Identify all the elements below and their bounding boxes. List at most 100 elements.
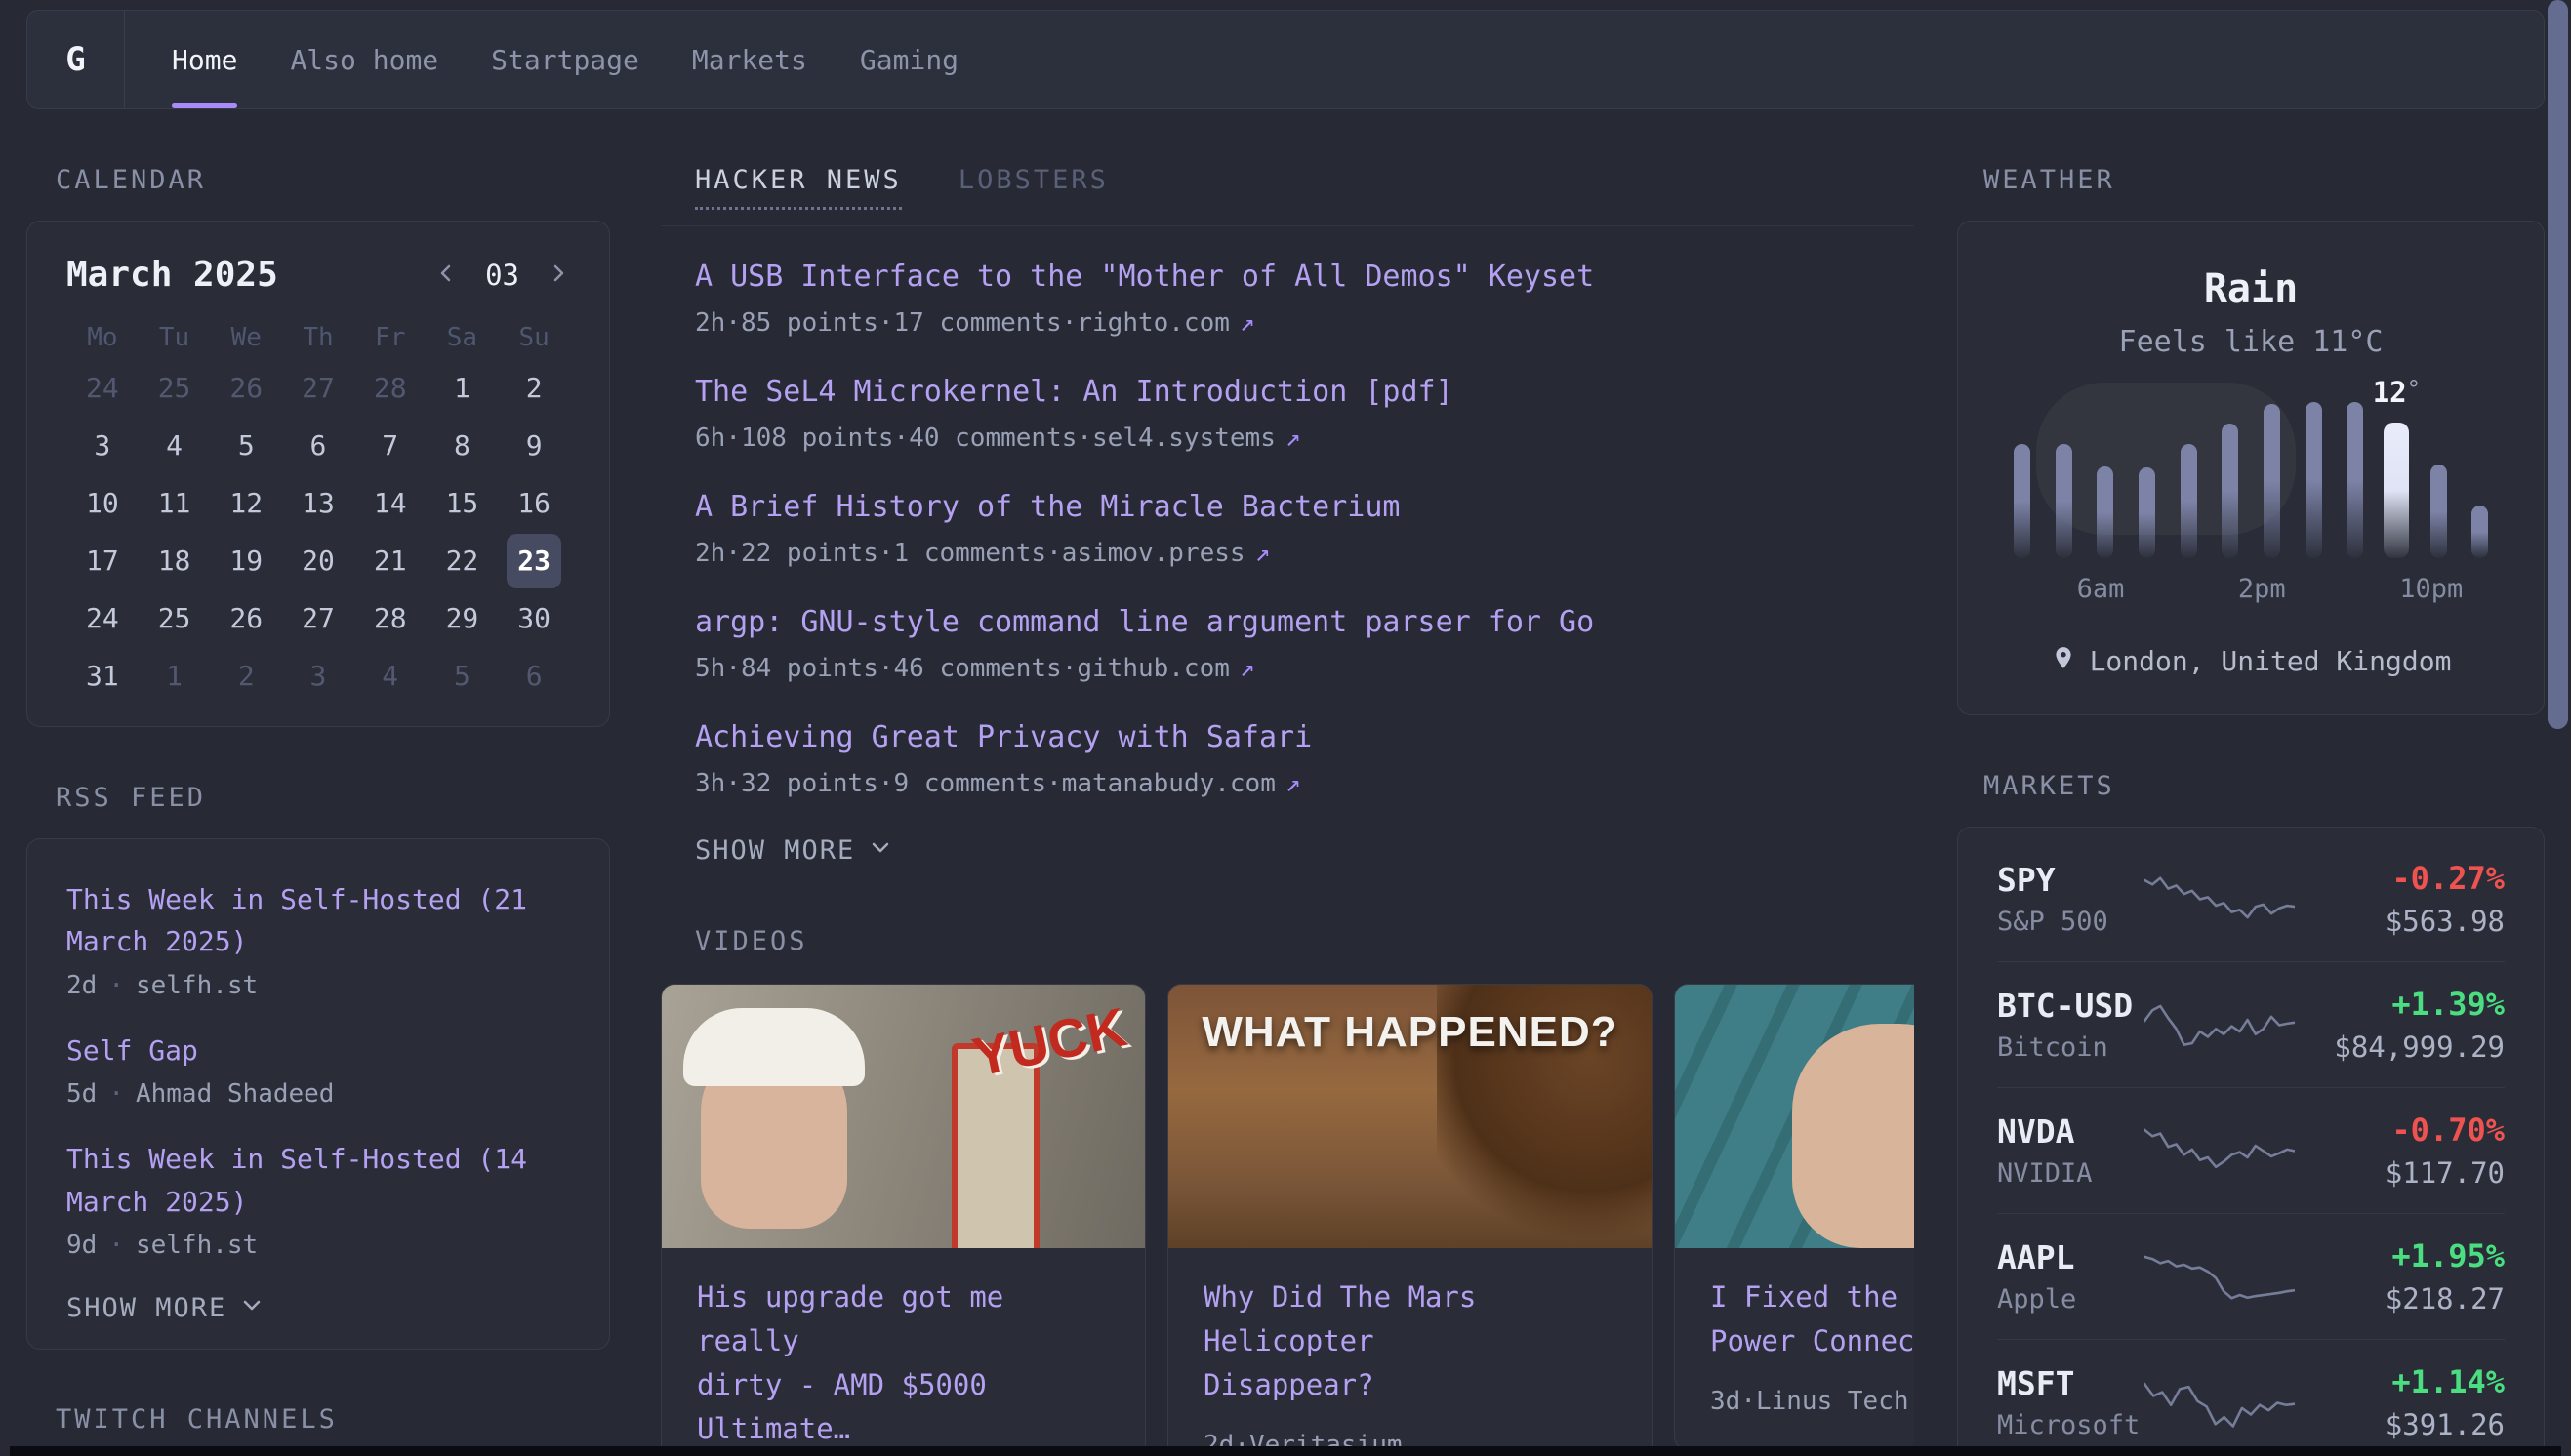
market-row-nvda[interactable]: NVDANVIDIA-0.70%$117.70	[1997, 1087, 2505, 1213]
video-thumbnail[interactable]: YUCK	[662, 985, 1145, 1248]
calendar-day: 2	[507, 361, 561, 416]
hour-axis-spacer	[2286, 574, 2324, 604]
news-item-meta: 5h·84 points·46 comments·github.com↗	[695, 654, 1914, 683]
weather-bar	[2014, 444, 2030, 558]
news-item: The SeL4 Microkernel: An Introduction [p…	[695, 375, 1914, 453]
calendar-day-cell: 11	[139, 474, 211, 532]
market-row-msft[interactable]: MSFTMicrosoft+1.14%$391.26	[1997, 1339, 2505, 1456]
tab-lobsters[interactable]: LOBSTERS	[959, 165, 1109, 195]
news-show-more-button[interactable]: SHOW MORE	[695, 835, 1914, 866]
market-change: +1.95%	[2295, 1237, 2505, 1274]
news-item-domain-link[interactable]: github.com↗	[1077, 654, 1254, 683]
calendar-day-cell: 28	[354, 359, 427, 417]
news-item-title[interactable]: The SeL4 Microkernel: An Introduction [p…	[695, 375, 1453, 410]
nav-tab-gaming[interactable]: Gaming	[860, 11, 959, 108]
calendar-controls: 03	[434, 259, 570, 292]
news-item-domain-link[interactable]: matanabudy.com↗	[1062, 769, 1301, 798]
calendar-day-cell: 2	[498, 359, 570, 417]
calendar-day: 3	[75, 419, 130, 473]
page-scrollbar-thumb[interactable]	[2548, 0, 2568, 729]
rss-show-more-button[interactable]: SHOW MORE	[66, 1293, 570, 1323]
video-title[interactable]: Why Did The Mars Helicopter Disappear?	[1204, 1275, 1616, 1407]
active-tab-indicator	[172, 103, 237, 108]
news-item-title[interactable]: A Brief History of the Miracle Bacterium	[695, 490, 1400, 525]
tab-hacker-news[interactable]: HACKER NEWS	[695, 165, 902, 210]
video-card[interactable]: YUCK His upgrade got me really dirty - AM…	[661, 984, 1146, 1456]
nav-tab-startpage[interactable]: Startpage	[491, 11, 639, 108]
calendar-next-button[interactable]	[547, 262, 570, 289]
chevron-down-icon	[240, 1293, 264, 1323]
video-title[interactable]: I Fixed the 5 Power Connect	[1710, 1275, 1914, 1363]
news-item-domain-link[interactable]: righto.com↗	[1077, 308, 1254, 338]
calendar-day: 7	[363, 419, 418, 473]
calendar-prev-button[interactable]	[434, 262, 458, 289]
news-item-domain: sel4.systems	[1092, 424, 1276, 453]
nav-tabs: Home Also home Startpage Markets Gaming	[125, 11, 1011, 108]
market-sparkline	[2144, 1371, 2295, 1434]
news-item-meta: 3h·32 points·9 comments·matanabudy.com↗	[695, 769, 1914, 798]
dot-separator: ·	[894, 424, 910, 453]
rss-item-title[interactable]: This Week in Self-Hosted (21 March 2025)	[66, 883, 527, 957]
weather-bar-cell	[2001, 392, 2043, 558]
market-row-right: +1.39%$84,999.29	[2295, 986, 2505, 1064]
markets-section-header: MARKETS	[1983, 771, 2545, 801]
video-thumbnail[interactable]: WHAT HAPPENED?	[1168, 985, 1652, 1248]
market-row-btc-usd[interactable]: BTC-USDBitcoin+1.39%$84,999.29	[1997, 961, 2505, 1087]
thumbnail-person	[1792, 1024, 1914, 1248]
market-name: S&P 500	[1997, 907, 2144, 937]
video-card[interactable]: WHAT HAPPENED? Why Did The Mars Helicopte…	[1167, 984, 1653, 1456]
hour-axis-spacer	[2200, 574, 2238, 604]
market-row-right: +1.14%$391.26	[2295, 1363, 2505, 1441]
logo[interactable]: G	[27, 11, 125, 108]
nav-tab-label: Home	[172, 44, 237, 76]
video-card-body: I Fixed the 5 Power Connect3d·Linus Tech…	[1675, 1248, 1914, 1449]
news-item-title[interactable]: argp: GNU-style command line argument pa…	[695, 605, 1594, 640]
news-item-domain-link[interactable]: sel4.systems↗	[1092, 424, 1301, 453]
rss-section-header: RSS FEED	[56, 783, 610, 813]
video-time: 3d	[1710, 1387, 1740, 1416]
news-item-title[interactable]: Achieving Great Privacy with Safari	[695, 720, 1312, 755]
external-link-icon: ↗	[1230, 654, 1255, 683]
rss-item-time: 5d	[66, 1079, 97, 1109]
calendar-day: 18	[147, 534, 202, 588]
right-column: WEATHER Rain Feels like 11°C 12° 6am2pm1…	[1957, 109, 2545, 1456]
twitch-section-header: TWITCH CHANNELS	[56, 1404, 610, 1435]
market-row-aapl[interactable]: AAPLApple+1.95%$218.27	[1997, 1213, 2505, 1339]
calendar-day-cell: 31	[66, 647, 139, 705]
calendar-day: 19	[219, 534, 273, 588]
calendar-day-cell: 4	[354, 647, 427, 705]
calendar-day-selected: 23	[507, 534, 561, 588]
calendar-day: 10	[75, 476, 130, 531]
news-item-points: 32 points	[741, 769, 878, 798]
market-row-spy[interactable]: SPYS&P 500-0.27%$563.98	[1997, 835, 2505, 961]
calendar-day-cell: 3	[282, 647, 354, 705]
rss-item-title[interactable]: Self Gap	[66, 1034, 198, 1067]
calendar-day-cell: 19	[210, 532, 282, 589]
rss-item-time: 2d	[66, 971, 97, 1000]
news-item-title[interactable]: A USB Interface to the "Mother of All De…	[695, 260, 1594, 295]
video-thumbnail[interactable]: DON T T	[1675, 985, 1914, 1248]
calendar-day: 12	[219, 476, 273, 531]
calendar-day: 22	[434, 534, 489, 588]
news-item-meta: 2h·85 points·17 comments·righto.com↗	[695, 308, 1914, 338]
rss-show-more-label: SHOW MORE	[66, 1293, 226, 1323]
news-item-domain: matanabudy.com	[1062, 769, 1276, 798]
video-card[interactable]: DON T TI Fixed the 5 Power Connect3d·Lin…	[1674, 984, 1914, 1450]
market-row-right: -0.70%$117.70	[2295, 1112, 2505, 1190]
weather-hourly-chart: 12°	[2001, 392, 2501, 558]
market-change: -0.27%	[2295, 860, 2505, 897]
calendar-day-cell: 25	[139, 589, 211, 647]
weather-bar	[2306, 402, 2322, 558]
nav-tab-markets[interactable]: Markets	[692, 11, 807, 108]
weekday-label: Mo	[66, 316, 139, 359]
news-item-domain-link[interactable]: asimov.press↗	[1062, 539, 1271, 568]
calendar-day-cell: 12	[210, 474, 282, 532]
calendar-day-cell: 29	[427, 589, 499, 647]
video-title[interactable]: His upgrade got me really dirty - AMD $5…	[697, 1275, 1110, 1451]
nav-tab-home[interactable]: Home	[172, 11, 237, 108]
calendar-day-cell: 4	[139, 417, 211, 474]
nav-tab-also-home[interactable]: Also home	[290, 11, 438, 108]
news-item: Achieving Great Privacy with Safari 3h·32…	[695, 720, 1914, 798]
calendar-day: 4	[363, 649, 418, 704]
rss-item-title[interactable]: This Week in Self-Hosted (14 March 2025)	[66, 1143, 527, 1217]
